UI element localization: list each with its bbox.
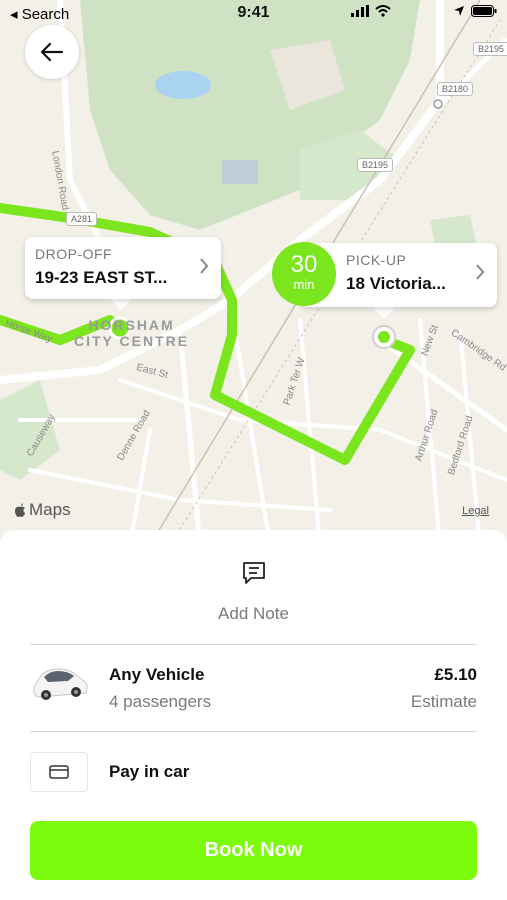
eta-bubble: 30 min [272,242,336,306]
fare-price: £5.10 [434,665,477,684]
payment-method[interactable]: Pay in car [0,735,507,809]
dropoff-address: 19-23 EAST ST... [35,268,168,287]
vehicle-name: Any Vehicle [109,665,205,684]
road-badge: B2195 [473,42,507,56]
card-icon [49,765,69,779]
vehicle-capacity: 4 passengers [109,692,212,711]
maps-logo: Maps [13,500,71,520]
road-badge: A281 [66,212,98,226]
status-indicators [351,5,497,17]
pickup-address: 18 Victoria... [346,274,446,293]
map-view[interactable]: B2195 B2180 B2195 A281 London Road Horse… [0,0,507,545]
eta-value: 30 [290,251,318,278]
divider [30,731,477,732]
fare-estimate-note: Estimate [410,692,477,711]
vehicle-option[interactable]: Any Vehicle 4 passengers £5.10 Estimate [0,645,507,731]
pickup-kicker: PICK-UP [346,252,407,268]
eta-unit: min [293,277,315,292]
payment-icon-box [30,752,88,792]
status-bar: ◂ Search 9:41 [0,0,507,28]
add-note-label: Add Note [218,604,289,623]
legal-link[interactable]: Legal [462,505,489,517]
car-icon [33,668,88,700]
message-icon [243,562,265,584]
wifi-icon [375,5,391,17]
book-now-button[interactable]: Book Now [30,821,477,880]
dropoff-kicker: DROP-OFF [35,246,113,262]
chevron-right-icon [475,263,485,286]
maps-brand-label: Maps [29,500,71,519]
signal-icon [351,5,369,17]
back-button[interactable] [25,25,79,79]
chevron-right-icon [199,257,209,280]
dropoff-callout[interactable]: DROP-OFF 19-23 EAST ST... [25,237,221,299]
battery-icon [471,5,497,17]
payment-label: Pay in car [109,762,190,781]
add-note-button[interactable]: Add Note [0,530,507,642]
arrow-left-icon [40,42,64,62]
apple-logo-icon [15,503,25,517]
area-label: HORSHAM CITY CENTRE [74,317,190,349]
booking-sheet: Add Note Any Vehicle 4 passengers £5.10 … [0,530,507,900]
location-arrow-icon [454,6,464,16]
road-badge: B2180 [437,82,474,96]
road-badge: B2195 [357,158,394,172]
